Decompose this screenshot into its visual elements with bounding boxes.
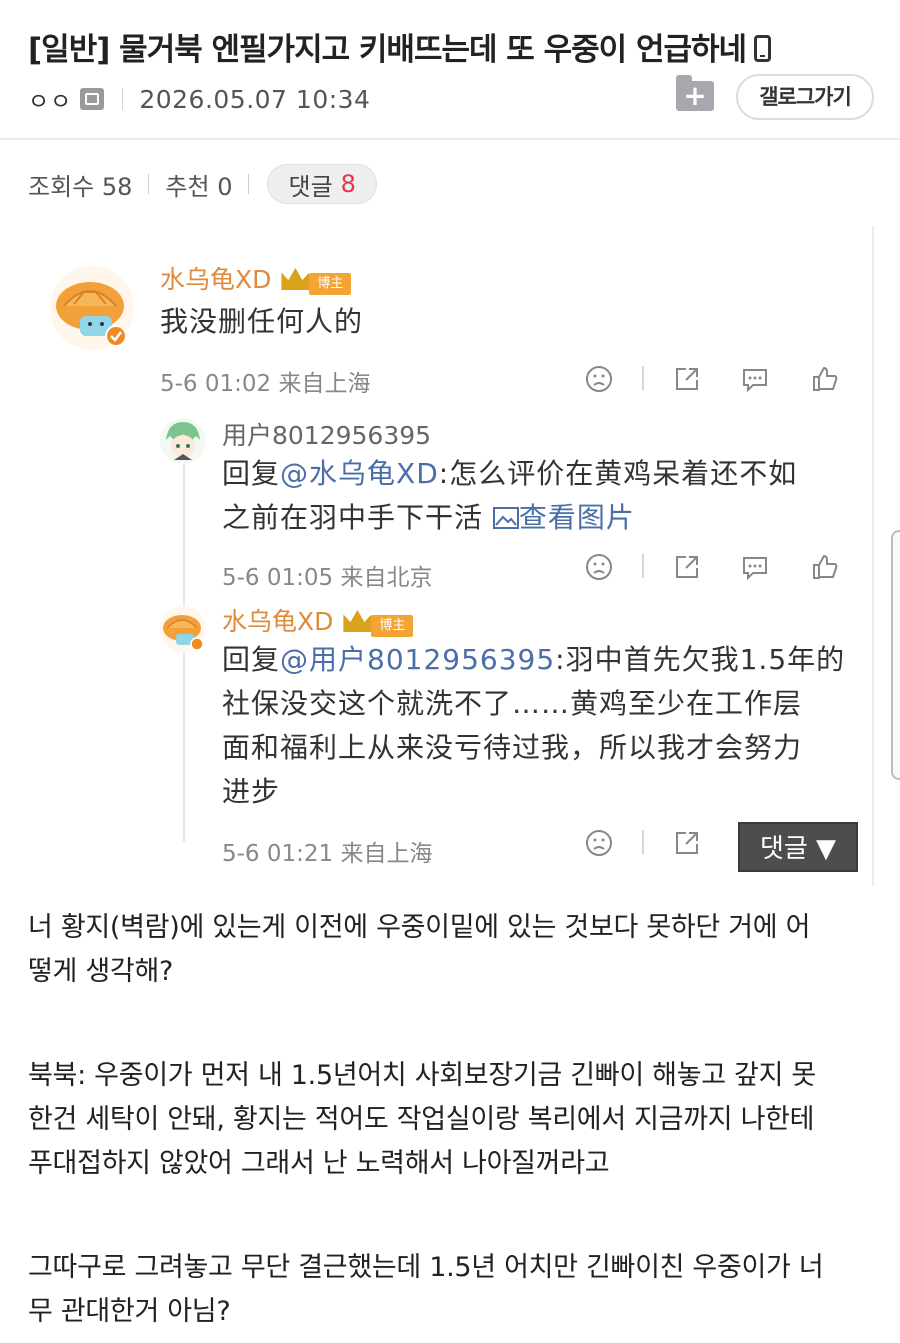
fixed-nick-icon — [80, 88, 105, 110]
mention-link[interactable]: @用户8012956395 — [280, 643, 555, 676]
writer-row: ㅇㅇ 2026.05.07 10:34 — [28, 82, 370, 116]
comment-icon[interactable] — [740, 552, 770, 582]
comment-icon[interactable] — [740, 364, 770, 394]
comment-count-button[interactable]: 댓글 8 — [267, 164, 377, 204]
body-line: 그따구로 그려놓고 무단 결근했는데 1.5년 어치만 긴빠이친 우중이가 너 — [28, 1252, 824, 1283]
body-line: 너 황지(벽람)에 있는게 이전에 우중이밑에 있는 것보다 못하단 거에 어 — [28, 912, 811, 943]
writer-nickname[interactable]: ㅇㅇ — [28, 82, 72, 116]
like-icon[interactable] — [810, 552, 840, 582]
author-name: 水乌龟XD — [160, 265, 272, 294]
comment-author[interactable]: 水乌龟XD 博主 — [160, 260, 352, 296]
thread-line — [183, 462, 185, 842]
embedded-screenshot: 水乌龟XD 博主 我没删任何人的 5-6 01:02 来自上海 用户8012956… — [28, 226, 874, 886]
reply-actions — [584, 550, 864, 584]
divider — [642, 366, 644, 390]
reply-line: 之前在羽中手下干活 查看图片 — [222, 496, 862, 540]
reply-line: 回复@用户8012956395:羽中首先欠我1.5年的 — [222, 638, 862, 682]
share-icon[interactable] — [672, 552, 702, 582]
scrollbar[interactable] — [891, 530, 900, 780]
reply-line: 进步 — [222, 775, 281, 808]
dislike-icon[interactable] — [584, 828, 614, 858]
divider — [248, 174, 250, 194]
reply-line-text: :怎么评价在黄鸡呆着还不如 — [438, 457, 798, 490]
dislike-icon[interactable] — [584, 364, 614, 394]
anime-avatar — [160, 418, 206, 464]
post-header: [일반] 물거북 엔필가지고 키배뜨는데 또 우중이 언급하네 ㅇㅇ 2026.… — [0, 0, 900, 140]
comment-text: 我没删任何人的 — [160, 305, 364, 338]
blogger-badge: 博主 — [309, 273, 352, 295]
comment-actions — [584, 362, 864, 396]
like-icon[interactable] — [810, 364, 840, 394]
reply-prefix: 回复 — [222, 643, 281, 676]
crown-icon — [343, 610, 372, 632]
view-image-link[interactable]: 查看图片 — [492, 501, 635, 534]
author-name: 水乌龟XD — [222, 607, 334, 636]
mention-link[interactable]: @水乌龟XD — [280, 457, 439, 490]
gallog-button[interactable]: 갤로그가기 — [736, 74, 874, 120]
reply-line: 社保没交这个就洗不了……黄鸡至少在工作层 — [222, 687, 803, 720]
turtle-avatar — [50, 266, 134, 350]
post-title-text: [일반] 물거북 엔필가지고 키배뜨는데 또 우중이 언급하네 — [28, 32, 747, 68]
reply-author[interactable]: 水乌龟XD 博主 — [222, 602, 414, 638]
blogger-badge: 博主 — [371, 615, 414, 637]
image-icon — [492, 507, 519, 529]
divider — [642, 830, 644, 854]
reply-line: 面和福利上从来没亏待过我，所以我才会努力 — [222, 731, 803, 764]
share-icon[interactable] — [672, 364, 702, 394]
comment-count: 8 — [340, 170, 356, 198]
body-line: 떻게 생각해? — [28, 956, 174, 987]
post-stats: 조회수 58 추천 0 댓글 8 — [28, 164, 377, 204]
view-image-label: 查看图片 — [518, 501, 635, 534]
recommend-count: 추천 0 — [165, 172, 233, 201]
body-paragraph: 너 황지(벽람)에 있는게 이전에 우중이밑에 있는 것보다 못하단 거에 어 … — [28, 906, 878, 994]
reply-line-text: :羽中首先欠我1.5年的 — [555, 643, 846, 676]
folder-add-icon[interactable]: + — [676, 75, 714, 111]
body-line: 무 관대한거 아님? — [28, 1296, 231, 1327]
reply-text: 回复@用户8012956395:羽中首先欠我1.5年的 社保没交这个就洗不了……… — [222, 638, 862, 814]
body-line: 푸대접하지 않았어 그래서 난 노력해서 나아질꺼라고 — [28, 1148, 610, 1179]
reply-text: 回复@水乌龟XD:怎么评价在黄鸡呆着还不如 之前在羽中手下干活 查看图片 — [222, 452, 862, 540]
body-paragraph: 그따구로 그려놓고 무단 결근했는데 1.5년 어치만 긴빠이친 우중이가 너 … — [28, 1246, 878, 1334]
body-line: 북북: 우중이가 먼저 내 1.5년어치 사회보장기금 긴빠이 해놓고 갚지 못 — [28, 1060, 816, 1091]
turtle-avatar — [160, 606, 206, 652]
reply-author[interactable]: 用户8012956395 — [222, 416, 431, 452]
reply-line-text: 之前在羽中手下干活 — [222, 501, 484, 534]
divider — [642, 554, 644, 578]
share-icon[interactable] — [672, 828, 702, 858]
comment-meta: 5-6 01:02 来自上海 — [160, 371, 371, 397]
body-line: 한건 세탁이 안돼, 황지는 적어도 작업실이랑 복리에서 지금까지 나한테 — [28, 1104, 815, 1135]
reply-prefix: 回复 — [222, 457, 281, 490]
divider — [122, 88, 124, 110]
comment-jump-button[interactable]: 댓글 ▼ — [738, 822, 858, 872]
view-count: 조회수 58 — [28, 172, 133, 201]
post-title: [일반] 물거북 엔필가지고 키배뜨는데 또 우중이 언급하네 — [28, 24, 772, 69]
reply-meta: 5-6 01:05 来自北京 — [222, 565, 433, 591]
body-paragraph: 북북: 우중이가 먼저 내 1.5년어치 사회보장기금 긴빠이 해놓고 갚지 못… — [28, 1054, 878, 1186]
post-date: 2026.05.07 10:34 — [139, 84, 371, 114]
crown-icon — [281, 268, 310, 290]
comment-label: 댓글 — [288, 172, 333, 201]
dislike-icon[interactable] — [584, 552, 614, 582]
divider — [148, 174, 150, 194]
reply-meta: 5-6 01:21 来自上海 — [222, 841, 433, 867]
reply-line: 回复@水乌龟XD:怎么评价在黄鸡呆着还不如 — [222, 452, 862, 496]
mobile-icon — [754, 35, 772, 62]
